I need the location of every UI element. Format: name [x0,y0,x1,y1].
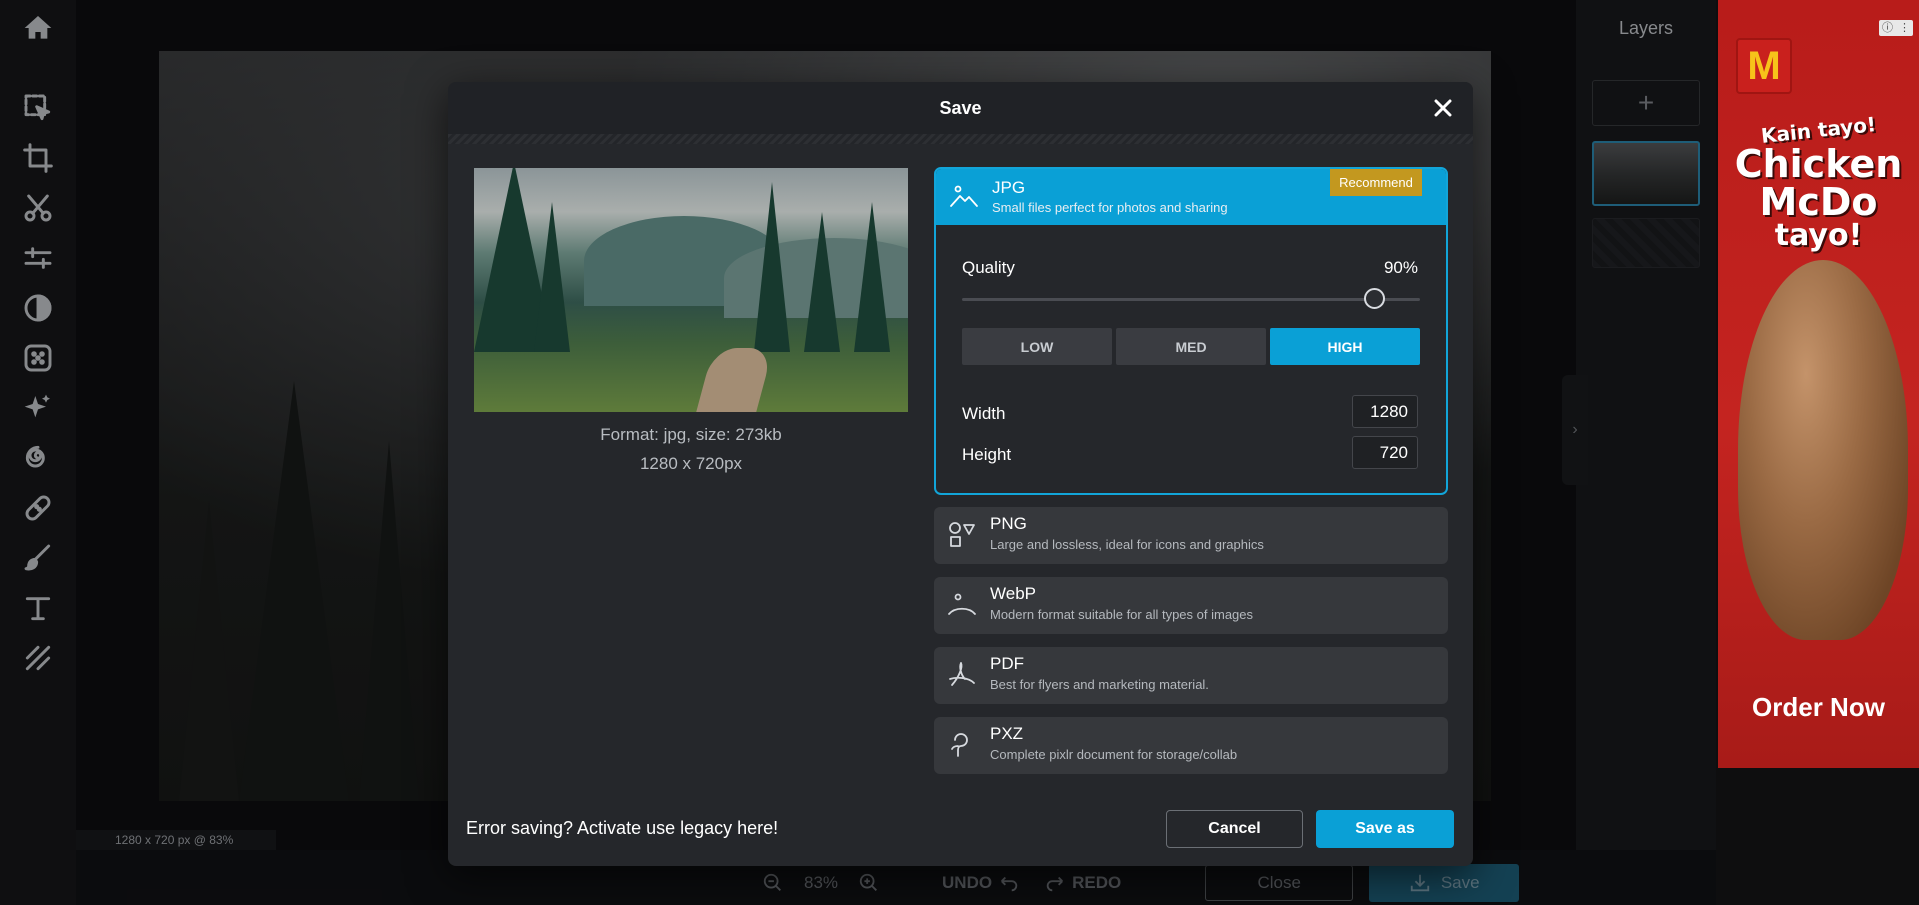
pdf-name: PDF [990,654,1024,673]
landscape-photo-icon [949,182,979,212]
pixlr-swirl-icon [947,730,977,760]
dimensions-info: 1280 x 720px [639,454,743,473]
ad-banner[interactable]: M Kain tayo! Chicken McDo tayo! Order No… [1718,0,1919,768]
quality-slider-track[interactable] [962,298,1420,301]
jpg-name: JPG [992,178,1026,197]
quality-med-button[interactable]: MED [1116,328,1266,365]
advertisement[interactable]: M Kain tayo! Chicken McDo tayo! Order No… [1716,0,1919,905]
pdf-acrobat-icon [947,660,977,690]
format-option-pxz[interactable]: PXZ Complete pixlr document for storage/… [934,717,1448,774]
jpg-description: Small files perfect for photos and shari… [992,200,1228,215]
webp-name: WebP [990,584,1036,603]
pxz-name: PXZ [990,724,1024,743]
height-label: Height [962,445,1012,464]
close-icon[interactable] [1429,94,1457,122]
quality-slider-thumb[interactable] [1363,288,1385,309]
ad-order-now[interactable]: Order Now [1718,692,1919,723]
save-as-button[interactable]: Save as [1316,810,1454,848]
dialog-title: Save [939,98,982,118]
format-option-jpg[interactable]: JPG Small files perfect for photos and s… [934,167,1448,495]
width-input[interactable] [1352,395,1418,428]
legacy-save-link[interactable]: Error saving? Activate use legacy here! [466,818,778,839]
jpg-header[interactable]: JPG Small files perfect for photos and s… [936,169,1446,225]
webp-description: Modern format suitable for all types of … [990,607,1254,622]
dialog-header: Save [448,82,1473,134]
format-option-png[interactable]: PNG Large and lossless, ideal for icons … [934,507,1448,564]
quality-low-button[interactable]: LOW [962,328,1112,365]
pdf-description: Best for flyers and marketing material. [990,677,1209,692]
ad-chicken-image [1738,260,1908,640]
pxz-description: Complete pixlr document for storage/coll… [990,747,1238,762]
pixlr-editor: 1280 x 720 px @ 83% 83% UNDO REDO Close … [0,0,1919,905]
ad-headline-4: tayo! [1774,218,1863,253]
width-label: Width [962,404,1006,423]
save-dialog: Save Format: jpg, size: 273kb 1280 x 720… [448,82,1473,866]
cancel-button[interactable]: Cancel [1166,810,1303,848]
format-option-pdf[interactable]: PDF Best for flyers and marketing materi… [934,647,1448,704]
quality-value: 90% [1383,258,1418,277]
quality-high-button[interactable]: HIGH [1270,328,1420,365]
ad-logo: M [1736,38,1792,94]
quality-label: Quality [962,258,1015,277]
header-divider [448,134,1473,144]
format-option-webp[interactable]: WebP Modern format suitable for all type… [934,577,1448,634]
format-size-info: Format: jpg, size: 273kb [600,425,782,444]
png-description: Large and lossless, ideal for icons and … [990,537,1264,552]
ad-info-icon[interactable]: ⓘ ⋮ [1879,20,1913,36]
png-name: PNG [990,514,1027,533]
recommend-badge: Recommend [1330,169,1422,196]
shapes-icon [947,520,977,550]
image-preview [474,168,908,412]
person-arc-icon [947,590,977,620]
height-input[interactable] [1352,436,1418,469]
